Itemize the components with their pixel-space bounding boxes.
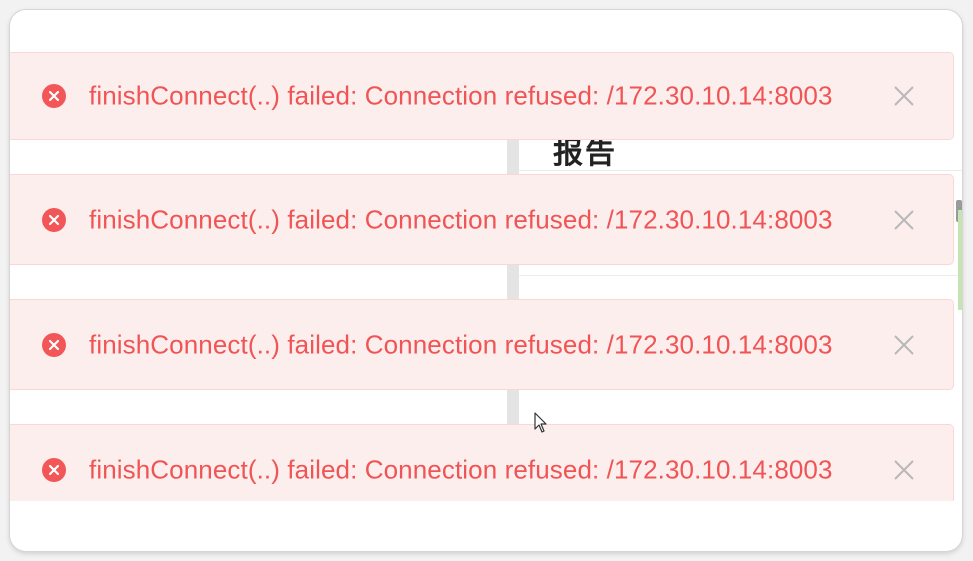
- toast-message: finishConnect(..) failed: Connection ref…: [89, 329, 833, 359]
- toast-message: finishConnect(..) failed: Connection ref…: [89, 80, 833, 111]
- mouse-cursor-icon: [534, 412, 548, 434]
- close-icon[interactable]: [893, 334, 915, 356]
- close-icon[interactable]: [893, 459, 915, 481]
- background-divider-line: [519, 275, 962, 276]
- error-circle-icon: [42, 458, 66, 482]
- close-icon[interactable]: [893, 209, 915, 231]
- close-icon[interactable]: [893, 85, 915, 107]
- error-toast: finishConnect(..) failed: Connection ref…: [10, 424, 954, 501]
- toast-message: finishConnect(..) failed: Connection ref…: [89, 454, 833, 485]
- toast-message: finishConnect(..) failed: Connection ref…: [89, 204, 833, 234]
- error-circle-icon: [42, 207, 66, 232]
- error-circle-icon: [42, 84, 66, 108]
- background-status-accent: [958, 210, 962, 310]
- error-toast: finishConnect(..) failed: Connection ref…: [10, 52, 954, 140]
- app-window: 报告 finishConnect(..) failed: Connection …: [10, 10, 962, 551]
- error-toast: finishConnect(..) failed: Connection ref…: [10, 299, 954, 390]
- error-toast: finishConnect(..) failed: Connection ref…: [10, 174, 954, 265]
- error-circle-icon: [42, 332, 66, 357]
